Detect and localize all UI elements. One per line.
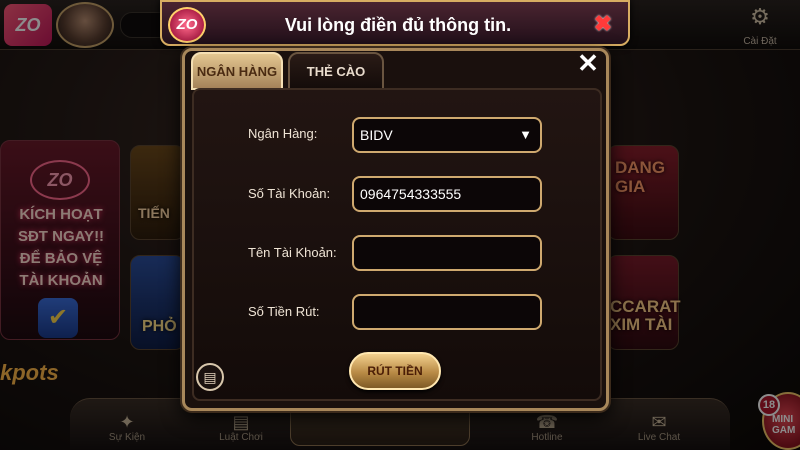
close-icon[interactable]: ✕ xyxy=(571,48,605,78)
account-number-input[interactable] xyxy=(352,176,542,212)
account-name-label: Tên Tài Khoản: xyxy=(248,245,337,260)
bank-label: Ngân Hàng: xyxy=(248,126,318,141)
toast-logo: ZO xyxy=(168,7,206,43)
amount-label: Số Tiền Rút: xyxy=(248,304,320,319)
caret-down-icon: ▼ xyxy=(519,127,532,142)
tab-card[interactable]: THẺ CÀO xyxy=(288,52,384,90)
history-icon[interactable]: ▤ xyxy=(196,363,224,391)
tab-bank[interactable]: NGÂN HÀNG xyxy=(191,52,283,90)
account-number-label: Số Tài Khoản: xyxy=(248,186,331,201)
withdraw-submit-button[interactable]: RÚT TIỀN xyxy=(349,352,441,390)
toast-message: Vui lòng điền đủ thông tin. xyxy=(284,15,512,35)
toast-notification: ZO Vui lòng điền đủ thông tin. ✖ xyxy=(160,0,630,46)
account-name-input[interactable] xyxy=(352,235,542,271)
amount-input[interactable] xyxy=(352,294,542,330)
close-icon[interactable]: ✖ xyxy=(588,11,618,37)
bank-select[interactable]: BIDV ▼ xyxy=(352,117,542,153)
bank-select-value: BIDV xyxy=(360,127,393,143)
